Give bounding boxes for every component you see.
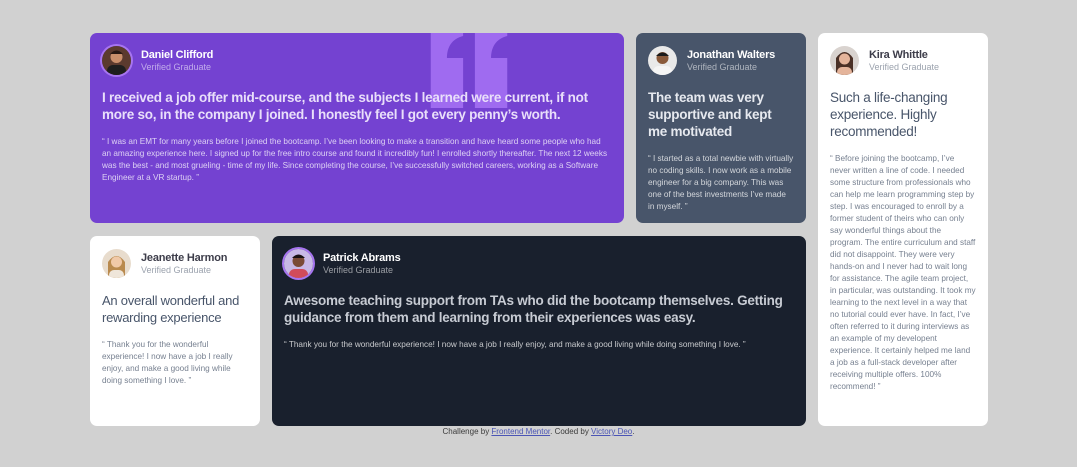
- author-name: Jonathan Walters: [687, 48, 776, 61]
- attribution-prefix: Challenge by: [442, 427, 492, 436]
- author-status: Verified Graduate: [323, 265, 394, 276]
- testimonial-header: Jonathan Walters Verified Graduate: [648, 46, 794, 75]
- author-status: Verified Graduate: [141, 62, 212, 73]
- testimonial-body: “ I was an EMT for many years before I j…: [102, 137, 608, 182]
- testimonial-header: Jeanette Harmon Verified Graduate: [102, 249, 248, 278]
- testimonial-header: Daniel Clifford Verified Graduate: [102, 46, 612, 75]
- avatar-kira: [830, 46, 859, 75]
- author-link[interactable]: Victory Deo: [591, 427, 632, 436]
- attribution-middle: . Coded by: [550, 427, 592, 436]
- testimonial-card-kira: Kira Whittle Verified Graduate Such a li…: [818, 33, 988, 426]
- testimonial-body: “ Thank you for the wonderful experience…: [102, 340, 233, 385]
- testimonial-body: “ Before joining the bootcamp, I’ve neve…: [830, 154, 976, 391]
- testimonial-headline: Awesome teaching support from TAs who di…: [284, 293, 783, 325]
- testimonial-body: “ I started as a total newbie with virtu…: [648, 154, 794, 211]
- author-name: Kira Whittle: [869, 48, 928, 61]
- author-status: Verified Graduate: [141, 265, 212, 276]
- author-status: Verified Graduate: [869, 62, 940, 73]
- testimonial-headline: Such a life-changing experience. Highly …: [830, 90, 948, 139]
- avatar-daniel: [102, 46, 131, 75]
- attribution-suffix: .: [632, 427, 635, 436]
- avatar-jeanette: [102, 249, 131, 278]
- testimonial-header: Kira Whittle Verified Graduate: [830, 46, 976, 75]
- testimonial-card-jonathan: Jonathan Walters Verified Graduate The t…: [636, 33, 806, 223]
- author-name: Patrick Abrams: [323, 251, 401, 264]
- testimonial-headline: An overall wonderful and rewarding exper…: [102, 293, 240, 325]
- testimonial-headline: The team was very supportive and kept me…: [648, 90, 772, 139]
- testimonial-headline: I received a job offer mid-course, and t…: [102, 90, 588, 122]
- author-name: Jeanette Harmon: [141, 251, 228, 264]
- author-status: Verified Graduate: [687, 62, 758, 73]
- frontend-mentor-link[interactable]: Frontend Mentor: [491, 427, 550, 436]
- author-name: Daniel Clifford: [141, 48, 214, 61]
- testimonial-card-patrick: Patrick Abrams Verified Graduate Awesome…: [272, 236, 806, 426]
- attribution: Challenge by Frontend Mentor. Coded by V…: [0, 427, 1077, 436]
- avatar-patrick: [284, 249, 313, 278]
- testimonial-card-daniel: Daniel Clifford Verified Graduate I rece…: [90, 33, 624, 223]
- testimonial-card-jeanette: Jeanette Harmon Verified Graduate An ove…: [90, 236, 260, 426]
- testimonial-header: Patrick Abrams Verified Graduate: [284, 249, 794, 278]
- avatar-jonathan: [648, 46, 677, 75]
- testimonial-body: “ Thank you for the wonderful experience…: [284, 340, 746, 349]
